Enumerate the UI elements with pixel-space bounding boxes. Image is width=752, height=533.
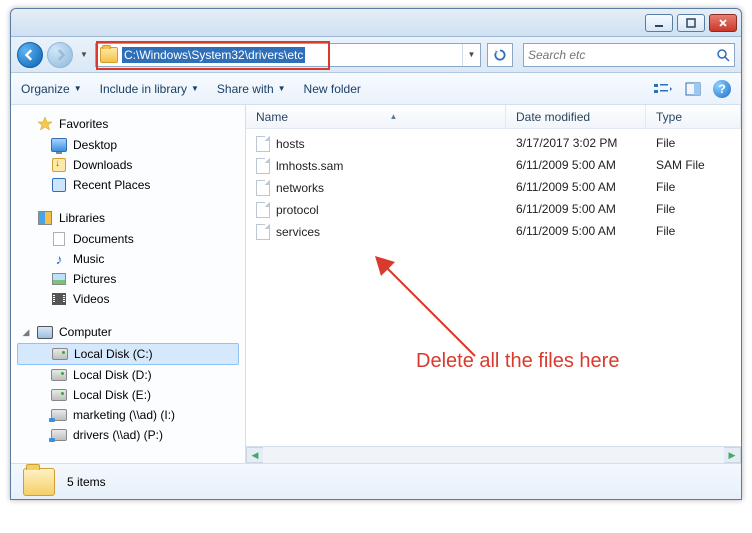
- network-drive-icon: [51, 429, 67, 441]
- address-bar[interactable]: C:\Windows\System32\drivers\etc ▼: [95, 43, 481, 67]
- file-icon: [256, 136, 270, 152]
- navigation-pane: Favorites Desktop Downloads Recent Place…: [11, 105, 246, 463]
- status-text: 5 items: [67, 475, 106, 489]
- pictures-icon: [52, 273, 66, 285]
- libraries-icon: [38, 211, 52, 225]
- desktop-icon: [51, 138, 67, 152]
- drive-icon: [51, 369, 67, 381]
- column-name[interactable]: Name▲: [246, 105, 506, 128]
- table-row[interactable]: hosts 3/17/2017 3:02 PMFile: [246, 133, 741, 155]
- toolbar: Organize▼ Include in library▼ Share with…: [11, 73, 741, 105]
- file-date: 6/11/2009 5:00 AM: [506, 223, 646, 241]
- sidebar-item-downloads[interactable]: Downloads: [11, 155, 245, 175]
- organize-menu[interactable]: Organize▼: [21, 82, 82, 96]
- file-date: 6/11/2009 5:00 AM: [506, 157, 646, 175]
- downloads-icon: [52, 158, 66, 172]
- file-type: File: [646, 223, 741, 241]
- titlebar: [11, 9, 741, 37]
- table-row[interactable]: lmhosts.sam 6/11/2009 5:00 AMSAM File: [246, 155, 741, 177]
- file-date: 3/17/2017 3:02 PM: [506, 135, 646, 153]
- history-dropdown[interactable]: ▼: [77, 45, 91, 65]
- search-input[interactable]: [528, 48, 716, 62]
- refresh-button[interactable]: [487, 43, 513, 67]
- drive-icon: [51, 389, 67, 401]
- close-button[interactable]: [709, 14, 737, 32]
- sidebar-item-drive-p[interactable]: drivers (\\ad) (P:): [11, 425, 245, 445]
- file-icon: [256, 202, 270, 218]
- file-name: lmhosts.sam: [276, 159, 343, 173]
- sidebar-item-drive-e[interactable]: Local Disk (E:): [11, 385, 245, 405]
- file-icon: [256, 224, 270, 240]
- minimize-button[interactable]: [645, 14, 673, 32]
- file-icon: [256, 180, 270, 196]
- include-library-menu[interactable]: Include in library▼: [100, 82, 199, 96]
- search-icon: [716, 48, 730, 62]
- table-row[interactable]: protocol 6/11/2009 5:00 AMFile: [246, 199, 741, 221]
- favorites-group[interactable]: Favorites: [11, 113, 245, 135]
- sidebar-item-drive-i[interactable]: marketing (\\ad) (I:): [11, 405, 245, 425]
- annotation-text: Delete all the files here: [416, 350, 619, 373]
- sidebar-item-drive-c[interactable]: Local Disk (C:): [17, 343, 239, 365]
- table-row[interactable]: networks 6/11/2009 5:00 AMFile: [246, 177, 741, 199]
- column-type[interactable]: Type: [646, 105, 741, 128]
- help-button[interactable]: ?: [713, 80, 731, 98]
- file-date: 6/11/2009 5:00 AM: [506, 201, 646, 219]
- column-date[interactable]: Date modified: [506, 105, 646, 128]
- file-type: File: [646, 135, 741, 153]
- back-button[interactable]: [17, 42, 43, 68]
- file-list-pane: Name▲ Date modified Type hosts 3/17/2017 …: [246, 105, 741, 463]
- view-options-button[interactable]: [653, 79, 673, 99]
- documents-icon: [53, 232, 65, 246]
- sidebar-item-recent[interactable]: Recent Places: [11, 175, 245, 195]
- folder-icon: [23, 468, 55, 496]
- sidebar-item-pictures[interactable]: Pictures: [11, 269, 245, 289]
- address-text[interactable]: C:\Windows\System32\drivers\etc: [122, 47, 305, 63]
- scroll-right-button[interactable]: ▶: [724, 447, 741, 463]
- file-date: 6/11/2009 5:00 AM: [506, 179, 646, 197]
- recent-icon: [52, 178, 66, 192]
- share-with-menu[interactable]: Share with▼: [217, 82, 286, 96]
- file-name: hosts: [276, 137, 305, 151]
- videos-icon: [52, 293, 66, 305]
- network-drive-icon: [51, 409, 67, 421]
- new-folder-button[interactable]: New folder: [304, 82, 361, 96]
- status-bar: 5 items: [11, 463, 741, 499]
- file-type: SAM File: [646, 157, 741, 175]
- computer-group[interactable]: ◢Computer: [11, 321, 245, 343]
- file-type: File: [646, 179, 741, 197]
- maximize-button[interactable]: [677, 14, 705, 32]
- file-name: services: [276, 225, 320, 239]
- address-dropdown[interactable]: ▼: [462, 44, 480, 66]
- sidebar-item-music[interactable]: ♪Music: [11, 249, 245, 269]
- sidebar-item-documents[interactable]: Documents: [11, 229, 245, 249]
- nav-bar: ▼ C:\Windows\System32\drivers\etc ▼: [11, 37, 741, 73]
- forward-button[interactable]: [47, 42, 73, 68]
- preview-pane-button[interactable]: [683, 79, 703, 99]
- star-icon: [37, 116, 53, 132]
- file-name: networks: [276, 181, 324, 195]
- music-icon: ♪: [51, 251, 67, 267]
- horizontal-scrollbar[interactable]: ◀ ▶: [246, 446, 741, 463]
- column-headers: Name▲ Date modified Type: [246, 105, 741, 129]
- computer-icon: [37, 326, 53, 339]
- sidebar-item-desktop[interactable]: Desktop: [11, 135, 245, 155]
- search-box[interactable]: [523, 43, 735, 67]
- explorer-window: ▼ C:\Windows\System32\drivers\etc ▼ Orga…: [10, 8, 742, 500]
- scroll-left-button[interactable]: ◀: [246, 447, 263, 463]
- table-row[interactable]: services 6/11/2009 5:00 AMFile: [246, 221, 741, 243]
- libraries-group[interactable]: Libraries: [11, 207, 245, 229]
- sidebar-item-videos[interactable]: Videos: [11, 289, 245, 309]
- sidebar-item-drive-d[interactable]: Local Disk (D:): [11, 365, 245, 385]
- folder-icon: [100, 47, 118, 63]
- file-name: protocol: [276, 203, 319, 217]
- file-type: File: [646, 201, 741, 219]
- drive-icon: [52, 348, 68, 360]
- file-icon: [256, 158, 270, 174]
